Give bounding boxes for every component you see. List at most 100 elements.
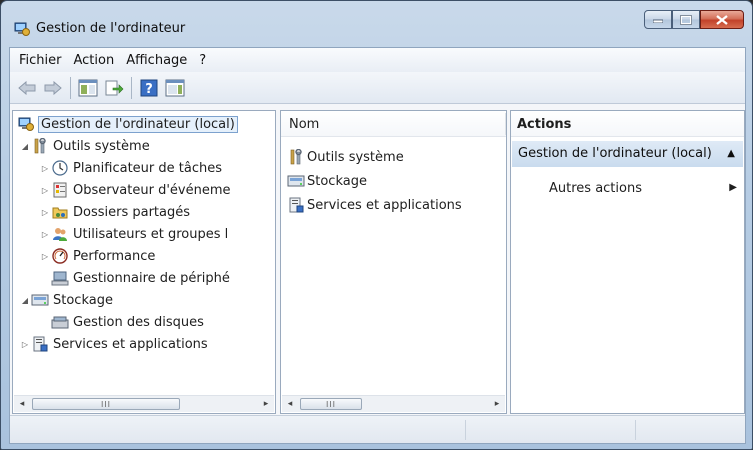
column-header-label: Nom	[289, 117, 320, 132]
tree-item-services-applications[interactable]: ▷ Services et applications	[19, 334, 208, 354]
disk-icon	[51, 314, 69, 330]
title-bar[interactable]: Gestion de l'ordinateur	[1, 1, 752, 47]
export-icon	[105, 80, 124, 95]
tree-item-label: Gestion des disques	[73, 314, 204, 330]
collapsed-arrow-icon[interactable]: ▷	[39, 228, 51, 240]
column-divider[interactable]	[505, 113, 506, 135]
shared-folder-icon	[51, 204, 69, 220]
forward-button[interactable]	[40, 76, 66, 100]
collapsed-arrow-icon[interactable]: ▷	[39, 250, 51, 262]
scroll-thumb-grip: III	[100, 399, 112, 409]
collapsed-arrow-icon[interactable]: ▷	[39, 184, 51, 196]
collapsed-arrow-icon[interactable]: ▷	[39, 162, 51, 174]
tree-item-label: Gestion de l'ordinateur (local)	[38, 115, 238, 133]
tree-item-gestionnaire-peripheriques[interactable]: Gestionnaire de périphé	[51, 268, 230, 288]
tree-horizontal-scrollbar[interactable]: ◂ III ▸	[14, 395, 274, 412]
tools-icon	[31, 138, 49, 154]
action-autres-actions[interactable]: Autres actions ▶	[549, 181, 739, 196]
actions-group-computer-management[interactable]: Gestion de l'ordinateur (local) ▲	[512, 141, 743, 167]
back-button[interactable]	[14, 76, 40, 100]
tree-item-label: Utilisateurs et groupes l	[73, 226, 229, 242]
tree-item-utilisateurs[interactable]: ▷ Utilisateurs et groupes l	[39, 224, 228, 244]
expanded-arrow-icon[interactable]: ◢	[19, 294, 31, 306]
performance-icon	[51, 248, 69, 264]
tree-item-planificateur[interactable]: ▷ Planificateur de tâches	[39, 158, 222, 178]
show-hide-tree-button[interactable]	[75, 76, 101, 100]
help-icon: ?	[140, 79, 158, 97]
tools-icon	[287, 149, 305, 165]
collapsed-arrow-icon[interactable]: ▷	[19, 338, 31, 350]
tree-item-label: Observateur d'événeme	[73, 182, 231, 198]
scroll-thumb[interactable]: III	[300, 398, 362, 410]
menu-affichage[interactable]: Affichage	[120, 51, 193, 70]
users-icon	[51, 226, 69, 242]
show-action-pane-button[interactable]	[162, 76, 188, 100]
minimize-icon	[653, 19, 663, 23]
tree-item-outils-systeme[interactable]: ◢ Outils système	[19, 136, 150, 156]
action-pane-icon	[165, 79, 185, 96]
status-divider	[635, 420, 636, 440]
close-button[interactable]	[700, 10, 744, 29]
collapse-up-icon[interactable]: ▲	[727, 148, 735, 159]
actions-pane: Actions Gestion de l'ordinateur (local) …	[510, 110, 745, 414]
window-title: Gestion de l'ordinateur	[36, 21, 186, 36]
back-arrow-icon	[18, 80, 36, 95]
tree-item-observateur[interactable]: ▷ Observateur d'événeme	[39, 180, 231, 200]
toolbar-separator	[131, 76, 132, 99]
export-list-button[interactable]	[101, 76, 127, 100]
list-item-stockage[interactable]: Stockage	[287, 171, 367, 191]
tree-item-label: Planificateur de tâches	[73, 160, 222, 176]
menu-fichier[interactable]: Fichier	[13, 51, 68, 70]
maximize-button[interactable]	[672, 10, 700, 29]
results-pane: Nom Outils système Stockage Services et …	[280, 110, 507, 414]
tree-item-label: Services et applications	[53, 336, 208, 352]
computer-management-icon	[14, 22, 30, 36]
list-item-label: Outils système	[307, 149, 404, 165]
menu-action[interactable]: Action	[68, 51, 121, 70]
action-label: Autres actions	[549, 181, 642, 196]
services-icon	[31, 336, 49, 352]
client-area: Fichier Action Affichage ? ? Gestion de …	[9, 47, 746, 444]
tree-item-computer-management[interactable]: Gestion de l'ordinateur (local)	[17, 114, 238, 134]
clock-icon	[51, 160, 69, 176]
list-item-label: Stockage	[307, 173, 367, 189]
scroll-left-icon[interactable]: ◂	[16, 399, 28, 409]
list-item-outils-systeme[interactable]: Outils système	[287, 147, 404, 167]
list-horizontal-scrollbar[interactable]: ◂ III ▸	[282, 395, 505, 412]
tree-item-label: Gestionnaire de périphé	[73, 270, 230, 286]
status-bar	[10, 415, 745, 443]
help-button[interactable]: ?	[136, 76, 162, 100]
tree-item-stockage[interactable]: ◢ Stockage	[19, 290, 113, 310]
toolbar: ?	[10, 72, 745, 104]
tree-item-dossiers-partages[interactable]: ▷ Dossiers partagés	[39, 202, 190, 222]
scroll-thumb[interactable]: III	[32, 398, 180, 410]
actions-group-label: Gestion de l'ordinateur (local)	[518, 146, 712, 161]
services-icon	[287, 197, 305, 213]
collapsed-arrow-icon[interactable]: ▷	[39, 206, 51, 218]
console-tree-icon	[78, 79, 98, 96]
scroll-left-icon[interactable]: ◂	[284, 399, 296, 409]
actions-header: Actions	[511, 111, 744, 137]
list-item-services-applications[interactable]: Services et applications	[287, 195, 462, 215]
close-icon	[716, 14, 728, 25]
toolbar-separator	[70, 76, 71, 99]
minimize-button[interactable]	[644, 10, 672, 29]
expanded-arrow-icon[interactable]: ◢	[19, 140, 31, 152]
scroll-right-icon[interactable]: ▸	[491, 399, 503, 409]
tree-item-label: Dossiers partagés	[73, 204, 191, 220]
menu-bar: Fichier Action Affichage ?	[10, 48, 745, 72]
scroll-right-icon[interactable]: ▸	[260, 399, 272, 409]
menu-help[interactable]: ?	[193, 51, 212, 70]
scroll-thumb-grip: III	[325, 399, 337, 409]
window: Gestion de l'ordinateur Fichier Action A…	[0, 0, 753, 450]
forward-arrow-icon	[44, 80, 62, 95]
tree-item-label: Performance	[73, 248, 156, 264]
svg-text:?: ?	[145, 82, 153, 97]
tree-item-gestion-disques[interactable]: Gestion des disques	[51, 312, 204, 332]
tree-item-performance[interactable]: ▷ Performance	[39, 246, 155, 266]
tree-item-label: Stockage	[53, 292, 113, 308]
storage-icon	[287, 173, 305, 189]
console-tree-pane: Gestion de l'ordinateur (local) ◢ Outils…	[12, 110, 276, 414]
maximize-icon	[680, 14, 692, 25]
column-header-nom[interactable]: Nom	[281, 111, 506, 137]
